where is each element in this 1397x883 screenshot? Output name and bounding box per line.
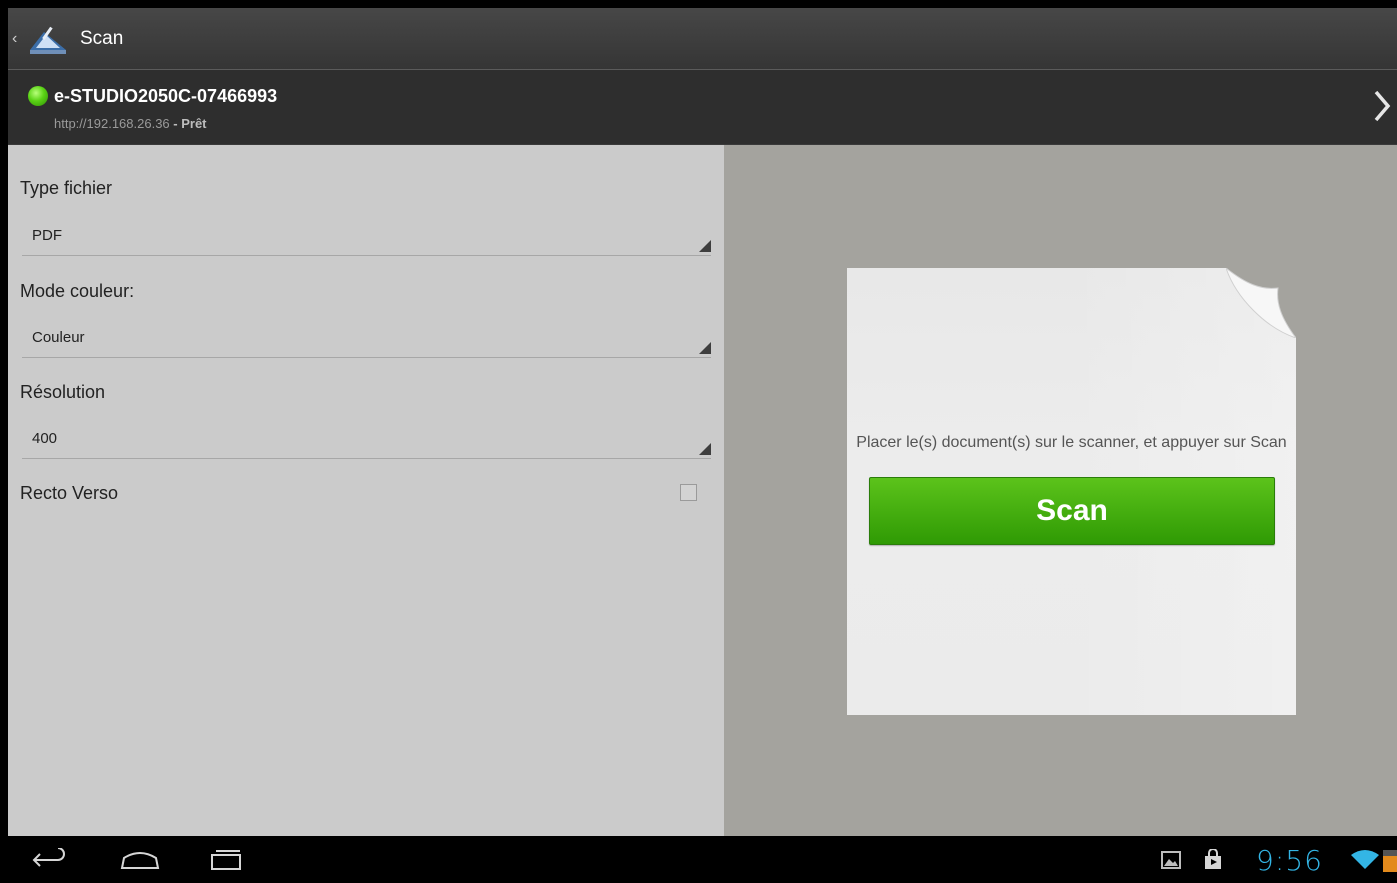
status-online-icon (28, 86, 48, 106)
device-separator: - (169, 116, 182, 131)
chevron-right-icon[interactable] (1371, 86, 1393, 126)
wifi-icon (1351, 836, 1379, 883)
gallery-notification-icon[interactable] (1160, 836, 1182, 883)
color-mode-spinner[interactable]: Couleur (22, 319, 711, 358)
chevron-left-icon[interactable]: ‹ (12, 30, 20, 48)
dropdown-arrow-icon (699, 342, 711, 354)
home-icon[interactable] (110, 836, 170, 883)
scan-preview-panel: Placer le(s) document(s) sur le scanner,… (724, 145, 1397, 836)
color-mode-label: Mode couleur: (20, 281, 135, 301)
file-type-spinner[interactable]: PDF (22, 217, 711, 256)
device-url: http://192.168.26.36 (54, 116, 170, 131)
dropdown-arrow-icon (699, 240, 711, 252)
recent-apps-icon[interactable] (196, 836, 256, 883)
page-curl-icon (1226, 268, 1296, 338)
device-status: Prêt (181, 116, 207, 131)
device-selector[interactable]: e-STUDIO2050C-07466993 http://192.168.26… (8, 70, 1397, 145)
scanner-icon[interactable] (26, 22, 70, 56)
action-bar: ‹ Scan (8, 8, 1397, 70)
duplex-label: Recto Verso (20, 483, 119, 503)
back-icon[interactable] (20, 836, 80, 883)
dropdown-arrow-icon (699, 443, 711, 455)
app-screen: ‹ Scan e-STUDIO2050C-07466993 http://192… (8, 8, 1397, 836)
scan-settings-panel: Type fichier PDF Mode couleur: Couleur R… (8, 145, 724, 836)
scan-instructions: Placer le(s) document(s) sur le scanner,… (856, 434, 1287, 451)
status-clock: 9:56 (1256, 844, 1323, 877)
resolution-label: Résolution (20, 382, 106, 402)
page-title: Scan (80, 27, 124, 49)
document-placeholder: Placer le(s) document(s) sur le scanner,… (847, 268, 1296, 715)
system-nav-bar: 9:56 (0, 836, 1397, 883)
store-notification-icon[interactable] (1202, 836, 1224, 883)
device-info: http://192.168.26.36 - Prêt (54, 116, 207, 131)
scan-button[interactable]: Scan (869, 477, 1275, 545)
device-name: e-STUDIO2050C-07466993 (54, 86, 278, 106)
duplex-checkbox[interactable] (680, 484, 697, 501)
battery-icon (1383, 836, 1397, 883)
file-type-value: PDF (32, 227, 62, 244)
file-type-label: Type fichier (20, 178, 113, 198)
color-mode-value: Couleur (32, 329, 85, 346)
resolution-spinner[interactable]: 400 (22, 420, 711, 459)
resolution-value: 400 (32, 430, 58, 447)
